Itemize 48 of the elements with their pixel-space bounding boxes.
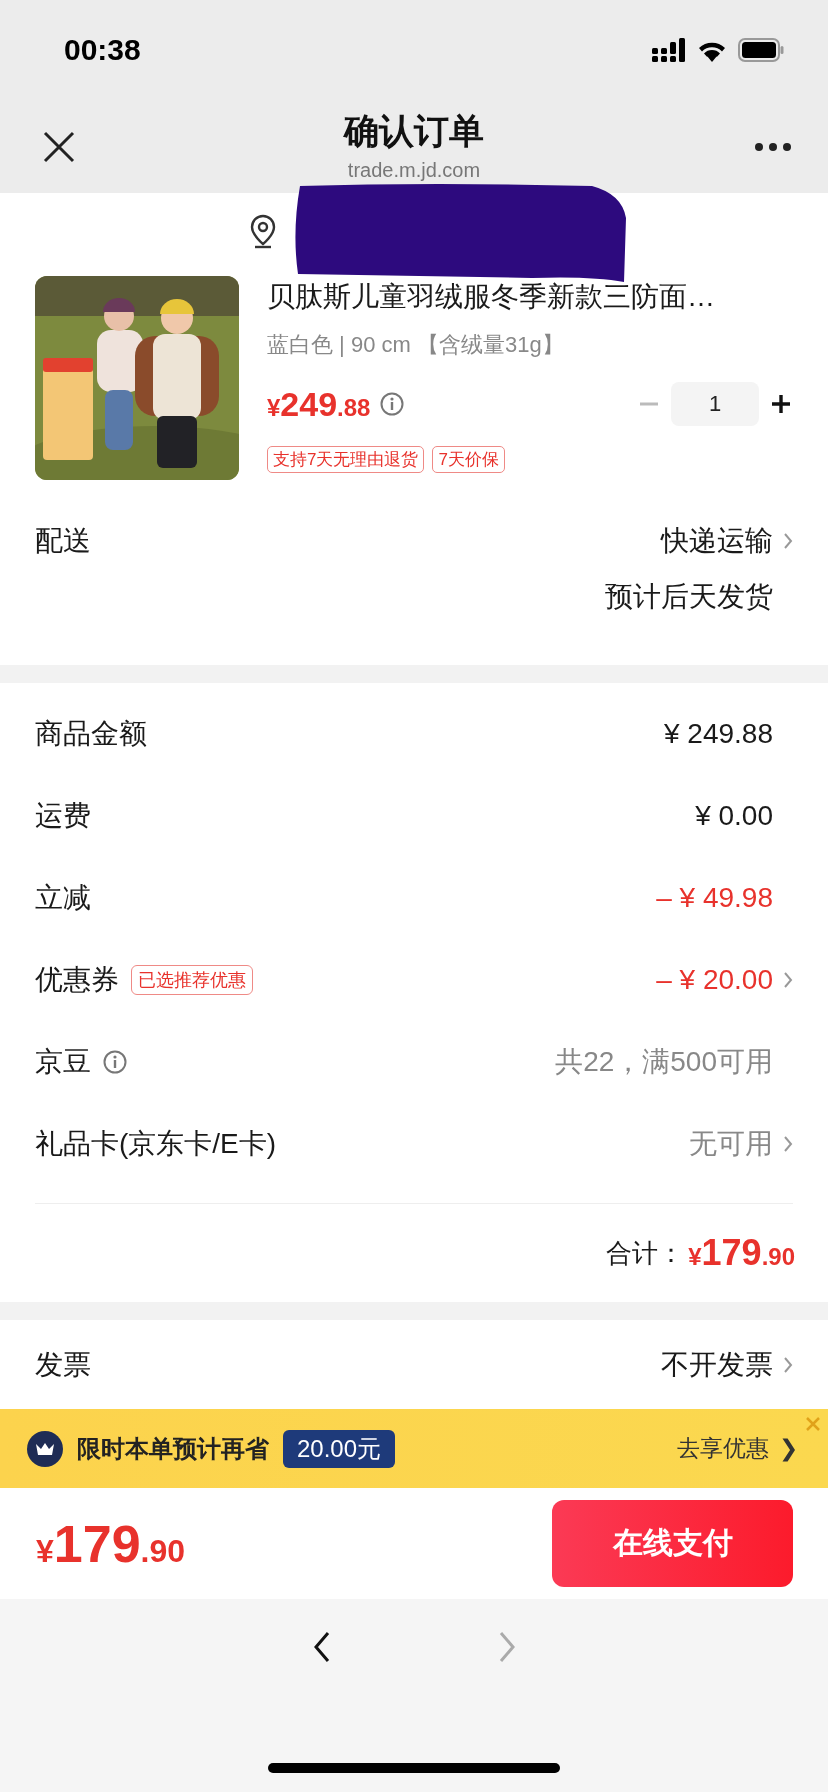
chevron-right-icon xyxy=(783,971,793,989)
invoice-label: 发票 xyxy=(35,1347,91,1382)
promo-text: 限时本单预计再省 xyxy=(77,1433,269,1464)
crown-icon xyxy=(27,1430,63,1467)
service-tag: 支持7天无理由退货 xyxy=(267,446,425,473)
delivery-label: 配送 xyxy=(35,524,91,558)
signal-icon xyxy=(652,38,686,62)
summary-value[interactable]: – ¥ 20.00 xyxy=(656,964,773,996)
delivery-method[interactable]: 快递运输 xyxy=(661,522,773,560)
summary-label: 优惠券 xyxy=(35,963,119,997)
chevron-right-icon xyxy=(783,1135,793,1153)
pay-button[interactable]: 在线支付 xyxy=(552,1500,793,1587)
page-domain: trade.m.jd.com xyxy=(347,159,481,182)
location-pin-icon xyxy=(248,213,278,250)
delivery-estimate: 预计后天发货 xyxy=(605,580,773,614)
service-tag: 7天价保 xyxy=(432,446,505,473)
summary-value[interactable]: 无可用 xyxy=(689,1125,773,1163)
battery-icon xyxy=(738,38,784,62)
summary-label: 运费 xyxy=(35,799,91,833)
summary-value: 共22，满500可用 xyxy=(555,1045,773,1079)
summary-label: 立减 xyxy=(35,881,91,915)
summary-value: ¥ 249.88 xyxy=(664,718,773,750)
promo-amount: 20.00元 xyxy=(283,1429,396,1468)
more-icon[interactable] xyxy=(754,141,792,152)
product-title[interactable]: 贝肽斯儿童羽绒服冬季新款三防面… xyxy=(267,278,793,316)
total-price: ¥179.90 xyxy=(688,1232,795,1274)
pay-total: ¥179.90 xyxy=(36,1513,186,1574)
total-label: 合计： xyxy=(606,1236,685,1270)
summary-label: 商品金额 xyxy=(35,717,147,751)
coupon-tag: 已选推荐优惠 xyxy=(131,965,253,995)
invoice-value[interactable]: 不开发票 xyxy=(661,1345,773,1384)
summary-value: ¥ 0.00 xyxy=(695,800,773,832)
chevron-right-icon xyxy=(783,1355,793,1374)
summary-label: 京豆 xyxy=(35,1045,91,1079)
info-icon[interactable] xyxy=(380,392,405,416)
promo-link[interactable]: 去享优惠 ❯ xyxy=(677,1433,798,1464)
chevron-right-icon xyxy=(783,532,793,550)
page-title: 确认订单 xyxy=(344,110,484,152)
status-time: 00:38 xyxy=(64,33,141,67)
plus-icon[interactable] xyxy=(769,392,793,416)
summary-label: 礼品卡(京东卡/E卡) xyxy=(35,1127,277,1161)
summary-value: – ¥ 49.98 xyxy=(656,882,773,914)
quantity-field[interactable]: 1 xyxy=(671,382,759,426)
close-icon[interactable] xyxy=(42,129,76,164)
back-button[interactable] xyxy=(311,1631,332,1663)
product-price: ¥249.88 xyxy=(267,384,371,424)
info-icon[interactable] xyxy=(103,1050,127,1074)
product-spec: 蓝白色 | 90 cm 【含绒量31g】 xyxy=(267,331,565,359)
